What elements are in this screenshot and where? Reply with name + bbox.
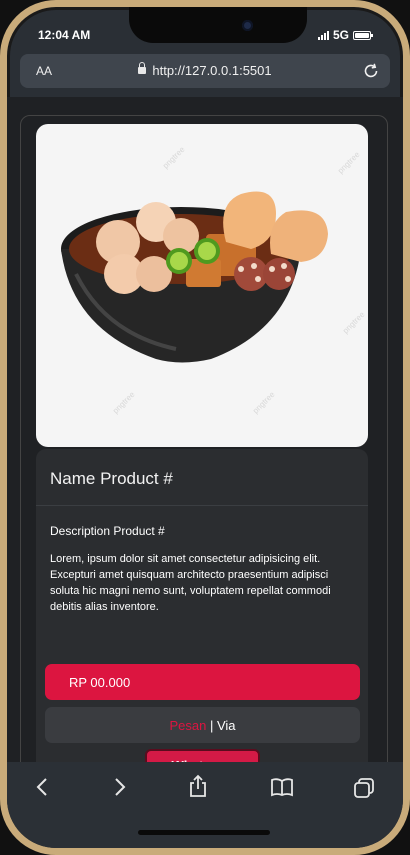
network-label: 5G <box>332 28 349 42</box>
product-name: Name Product # <box>50 469 173 488</box>
order-via-row: Pesan | Via <box>45 707 360 743</box>
signal-icon <box>317 30 329 40</box>
url-text: http://127.0.0.1:5501 <box>152 63 272 78</box>
browser-toolbar <box>7 762 403 848</box>
home-indicator[interactable] <box>138 830 270 835</box>
status-time: 12:04 AM <box>38 28 91 42</box>
url-display[interactable]: http://127.0.0.1:5501 <box>20 62 390 78</box>
description-text: Lorem, ipsum dolor sit amet consectetur … <box>50 553 331 613</box>
address-bar[interactable]: AA http://127.0.0.1:5501 <box>20 54 390 88</box>
watermark-text: pngtree <box>251 389 277 415</box>
back-icon[interactable] <box>35 777 49 802</box>
watermark-text: pngtree <box>161 144 187 170</box>
phone-frame: 12:04 AM 5G AA http://127.0.0.1:5501 png… <box>0 0 410 855</box>
product-card: Name Product # Description Product # Lor… <box>36 449 368 772</box>
front-camera <box>242 20 253 31</box>
bookmarks-icon[interactable] <box>270 777 294 802</box>
description-title: Description Product # <box>50 524 165 538</box>
separator: | <box>206 718 217 733</box>
watermark-text: pngtree <box>341 309 367 335</box>
share-icon[interactable] <box>188 774 208 803</box>
watermark-text: pngtree <box>111 389 137 415</box>
watermark-text: pngtree <box>336 149 362 175</box>
battery-icon <box>353 30 373 40</box>
forward-icon[interactable] <box>113 777 127 802</box>
via-label: Via <box>216 718 236 733</box>
price-button[interactable]: RP 00.000 <box>45 664 360 700</box>
reload-icon[interactable] <box>362 62 380 83</box>
web-content[interactable]: pngtree pngtree pngtree pngtree pngtree <box>7 97 403 772</box>
status-indicators: 5G <box>317 28 373 42</box>
product-image: pngtree pngtree pngtree pngtree pngtree <box>36 124 368 447</box>
pesan-label: Pesan <box>169 718 207 733</box>
tabs-icon[interactable] <box>353 777 375 804</box>
notch <box>129 7 307 43</box>
card-divider <box>36 505 368 506</box>
lock-icon <box>138 62 147 75</box>
